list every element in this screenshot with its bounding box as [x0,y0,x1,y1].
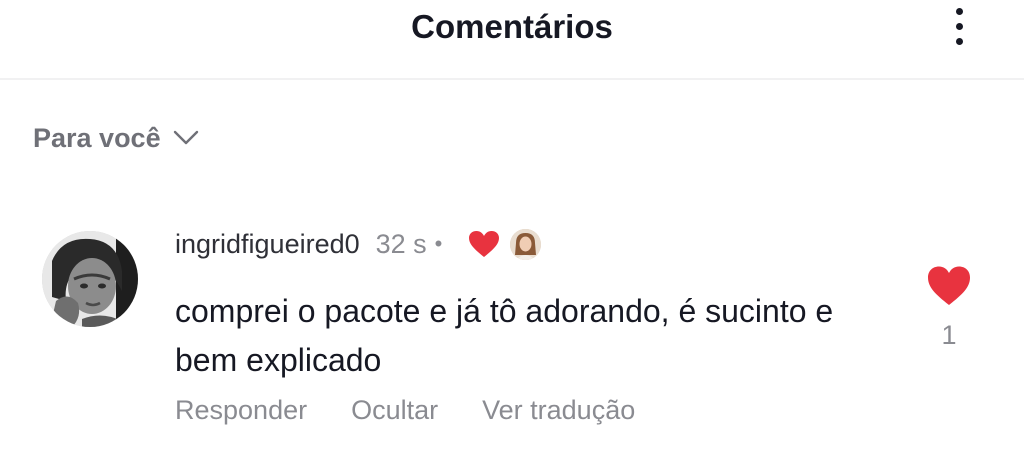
comment-timestamp: 32 s [375,228,427,259]
more-vertical-icon-dot [955,22,963,30]
more-vertical-icon-dot [955,37,963,45]
sort-filter-dropdown[interactable]: Para você [33,118,199,158]
heart-icon [928,266,970,305]
comment-meta: ingridfigueired0 32 s • [175,224,542,264]
page-title: Comentários [411,8,613,45]
like-count: 1 [941,320,957,350]
comment-username[interactable]: ingridfigueired0 [175,229,360,260]
reply-button[interactable]: Responder [175,395,307,426]
creator-avatar-image [510,228,542,260]
sort-filter-label: Para você [33,122,161,153]
meta-separator: • [434,231,443,256]
creator-avatar [510,228,542,260]
chevron-down-icon [173,130,198,145]
translate-button[interactable]: Ver tradução [482,395,635,426]
comment-text: comprei o pacote e já tô adorando, é suc… [175,293,834,378]
more-options-button[interactable] [944,4,974,48]
hide-button[interactable]: Ocultar [351,395,438,426]
more-vertical-icon [955,7,963,15]
comment-actions: Responder Ocultar Ver tradução [175,390,679,430]
like-button[interactable] [927,265,971,307]
header: Comentários [0,0,1024,80]
avatar-image [42,231,138,327]
avatar[interactable] [42,231,138,327]
heart-icon [469,231,500,257]
